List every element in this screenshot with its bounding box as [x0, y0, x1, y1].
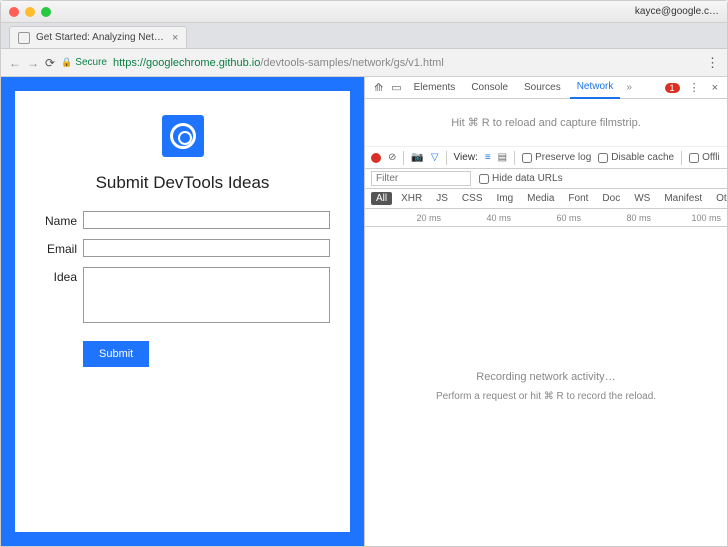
tick: 60 ms — [511, 213, 581, 223]
address-bar: ← → ⟳ 🔒 Secure https://googlechrome.gith… — [1, 49, 727, 77]
content-split: Submit DevTools Ideas Name Email Idea Su — [1, 77, 727, 546]
inspect-icon[interactable]: ⟰ — [371, 81, 386, 94]
lock-icon: 🔒 — [61, 57, 72, 68]
traffic-lights — [9, 7, 51, 17]
filmstrip-hint: Hit ⌘ R to reload and capture filmstrip. — [365, 99, 727, 147]
type-xhr[interactable]: XHR — [396, 192, 427, 205]
tab-network[interactable]: Network — [570, 77, 621, 99]
disable-cache-checkbox[interactable]: Disable cache — [598, 152, 674, 163]
capture-screenshots-icon[interactable]: 📷 — [411, 152, 423, 163]
recording-hint: Perform a request or hit ⌘ R to record t… — [436, 391, 656, 402]
titlebar: kayce@google.c… — [1, 1, 727, 23]
filter-input[interactable] — [371, 171, 471, 186]
type-doc[interactable]: Doc — [597, 192, 625, 205]
view-label: View: — [454, 152, 478, 163]
preserve-log-checkbox[interactable]: Preserve log — [522, 152, 591, 163]
tab-title: Get Started: Analyzing Netwo — [36, 32, 166, 43]
name-input[interactable] — [83, 211, 330, 229]
record-button[interactable] — [371, 153, 381, 163]
tick: 20 ms — [371, 213, 441, 223]
divider — [446, 151, 447, 165]
close-tab-icon[interactable]: × — [172, 32, 178, 44]
tab-console[interactable]: Console — [464, 77, 515, 99]
tick: 100 ms — [651, 213, 721, 223]
tick: 40 ms — [441, 213, 511, 223]
secure-indicator[interactable]: 🔒 Secure — [61, 57, 107, 68]
type-media[interactable]: Media — [522, 192, 559, 205]
clear-icon[interactable]: ⊘ — [388, 152, 396, 163]
device-toolbar-icon[interactable]: ▭ — [388, 81, 404, 94]
error-count-badge[interactable]: 1 — [665, 83, 680, 93]
browser-tab[interactable]: Get Started: Analyzing Netwo × — [9, 26, 187, 48]
tab-strip: Get Started: Analyzing Netwo × — [1, 23, 727, 49]
ideas-form: Name Email Idea Submit — [35, 211, 330, 367]
recording-status: Recording network activity… — [476, 371, 615, 383]
page-viewport: Submit DevTools Ideas Name Email Idea Su — [1, 77, 364, 546]
large-rows-icon[interactable]: ≡ — [485, 152, 491, 163]
page-favicon-icon — [18, 32, 30, 44]
timeline-ruler: 20 ms 40 ms 60 ms 80 ms 100 ms — [365, 209, 727, 227]
browser-window: kayce@google.c… Get Started: Analyzing N… — [0, 0, 728, 547]
email-row: Email — [35, 239, 330, 257]
email-label: Email — [35, 239, 83, 256]
submit-button[interactable]: Submit — [83, 341, 149, 367]
type-font[interactable]: Font — [563, 192, 593, 205]
type-manifest[interactable]: Manifest — [659, 192, 707, 205]
devtools-tab-bar: ⟰ ▭ Elements Console Sources Network » 1… — [365, 77, 727, 99]
minimize-window-button[interactable] — [25, 7, 35, 17]
email-input[interactable] — [83, 239, 330, 257]
name-label: Name — [35, 211, 83, 228]
url-host: googlechrome.github.io — [146, 57, 260, 69]
network-toolbar: ⊘ 📷 ▽ View: ≡ ▤ Preserve log Disable cac… — [365, 147, 727, 169]
more-tabs-icon[interactable]: » — [622, 82, 636, 93]
filter-row: Hide data URLs — [365, 169, 727, 189]
url-path: /devtools-samples/network/gs/v1.html — [260, 57, 443, 69]
type-css[interactable]: CSS — [457, 192, 488, 205]
name-row: Name — [35, 211, 330, 229]
user-account-label[interactable]: kayce@google.c… — [635, 6, 719, 17]
type-ws[interactable]: WS — [629, 192, 655, 205]
zoom-window-button[interactable] — [41, 7, 51, 17]
page-heading: Submit DevTools Ideas — [96, 173, 270, 193]
type-all[interactable]: All — [371, 192, 392, 205]
url-scheme: https — [113, 57, 137, 69]
type-img[interactable]: Img — [491, 192, 518, 205]
network-empty-state: Recording network activity… Perform a re… — [365, 227, 727, 546]
reload-button[interactable]: ⟳ — [45, 56, 55, 70]
secure-label: Secure — [75, 57, 107, 68]
type-filter-row: All XHR JS CSS Img Media Font Doc WS Man… — [365, 189, 727, 209]
hide-data-urls-checkbox[interactable]: Hide data URLs — [479, 173, 563, 184]
devtools-panel: ⟰ ▭ Elements Console Sources Network » 1… — [364, 77, 727, 546]
browser-menu-icon[interactable]: ⋮ — [706, 55, 719, 71]
tick: 80 ms — [581, 213, 651, 223]
tab-elements[interactable]: Elements — [407, 77, 463, 99]
tab-sources[interactable]: Sources — [517, 77, 568, 99]
overview-icon[interactable]: ▤ — [498, 152, 507, 163]
type-other[interactable]: Other — [711, 192, 727, 205]
forward-button[interactable]: → — [27, 56, 39, 70]
divider — [403, 151, 404, 165]
offline-checkbox[interactable]: Offli — [689, 152, 720, 163]
idea-label: Idea — [35, 267, 83, 284]
type-js[interactable]: JS — [431, 192, 453, 205]
idea-textarea[interactable] — [83, 267, 330, 323]
form-card: Submit DevTools Ideas Name Email Idea Su — [15, 91, 350, 532]
divider — [514, 151, 515, 165]
close-devtools-icon[interactable]: × — [709, 82, 721, 94]
close-window-button[interactable] — [9, 7, 19, 17]
devtools-logo-icon — [162, 115, 204, 157]
devtools-menu-icon[interactable]: ⋮ — [686, 81, 703, 94]
url-display[interactable]: https://googlechrome.github.io/devtools-… — [113, 57, 700, 69]
filter-toggle-icon[interactable]: ▽ — [431, 152, 439, 163]
divider — [681, 151, 682, 165]
back-button[interactable]: ← — [9, 56, 21, 70]
idea-row: Idea — [35, 267, 330, 323]
